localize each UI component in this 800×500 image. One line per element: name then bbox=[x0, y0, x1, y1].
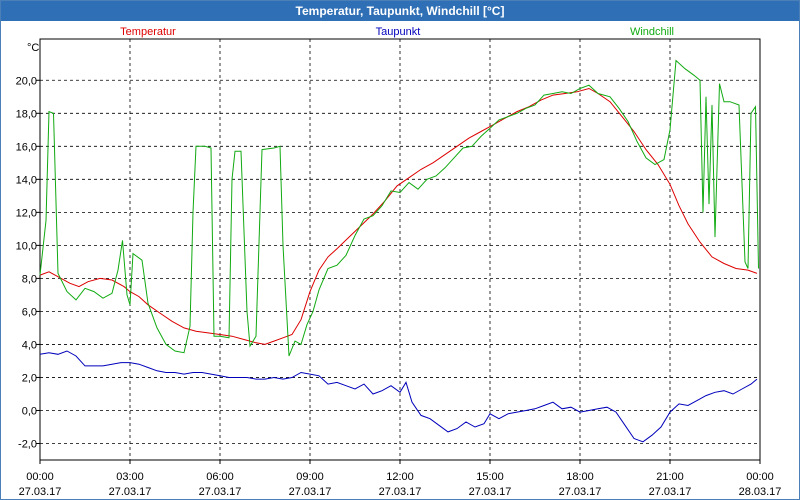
chart-canvas: -2,0 0,0 2,0 4,0 6,0 8,0 10,0 12,0 14,0 16,0 18,0 2… bbox=[16, 26, 782, 498]
legend-item-taupunkt: Taupunkt bbox=[376, 26, 421, 38]
x-tick-date-label: 27.03.17 bbox=[289, 486, 332, 498]
y-axis: -2,0 0,0 2,0 4,0 6,0 8,0 10,0 12,0 14,0 16,0 18,0 2… bbox=[16, 75, 40, 450]
x-tick-date-label: 27.03.17 bbox=[649, 486, 692, 498]
y-tick-label: 10,0 bbox=[16, 240, 37, 252]
x-tick-time-label: 12:00 bbox=[386, 471, 414, 483]
legend-item-temperatur: Temperatur bbox=[120, 26, 176, 38]
y-tick-label: 6,0 bbox=[22, 306, 37, 318]
y-tick-label: 0,0 bbox=[22, 405, 37, 417]
x-tick-time-label: 21:00 bbox=[656, 471, 684, 483]
x-tick-date-label: 28.03.17 bbox=[739, 486, 782, 498]
y-tick-label: 20,0 bbox=[16, 75, 37, 87]
y-tick-label: 8,0 bbox=[22, 273, 37, 285]
x-tick-date-label: 27.03.17 bbox=[469, 486, 512, 498]
x-tick-time-label: 09:00 bbox=[296, 471, 324, 483]
legend-item-windchill: Windchill bbox=[630, 26, 674, 38]
x-tick-time-label: 18:00 bbox=[566, 471, 594, 483]
x-tick-date-label: 27.03.17 bbox=[379, 486, 422, 498]
x-tick-time-label: 00:00 bbox=[26, 471, 54, 483]
y-tick-label: 4,0 bbox=[22, 339, 37, 351]
x-tick-date-label: 27.03.17 bbox=[109, 486, 152, 498]
y-tick-label: 12,0 bbox=[16, 207, 37, 219]
legend: Temperatur Taupunkt Windchill bbox=[120, 26, 674, 38]
y-tick-label: 18,0 bbox=[16, 108, 37, 120]
x-tick-date-label: 27.03.17 bbox=[19, 486, 62, 498]
x-tick-date-label: 27.03.17 bbox=[199, 486, 242, 498]
y-tick-label: 16,0 bbox=[16, 141, 37, 153]
x-tick-time-label: 15:00 bbox=[476, 471, 504, 483]
y-tick-label: -2,0 bbox=[18, 438, 37, 450]
x-axis: 00:00 27.03.17 03:00 27.03.17 06:00 27.03.17 0… bbox=[19, 460, 782, 498]
x-tick-time-label: 06:00 bbox=[206, 471, 234, 483]
y-axis-unit: °C bbox=[27, 42, 39, 54]
x-tick-date-label: 27.03.17 bbox=[559, 486, 602, 498]
y-tick-label: 14,0 bbox=[16, 174, 37, 186]
x-tick-time-label: 00:00 bbox=[746, 471, 774, 483]
y-tick-label: 2,0 bbox=[22, 372, 37, 384]
x-tick-time-label: 03:00 bbox=[116, 471, 144, 483]
